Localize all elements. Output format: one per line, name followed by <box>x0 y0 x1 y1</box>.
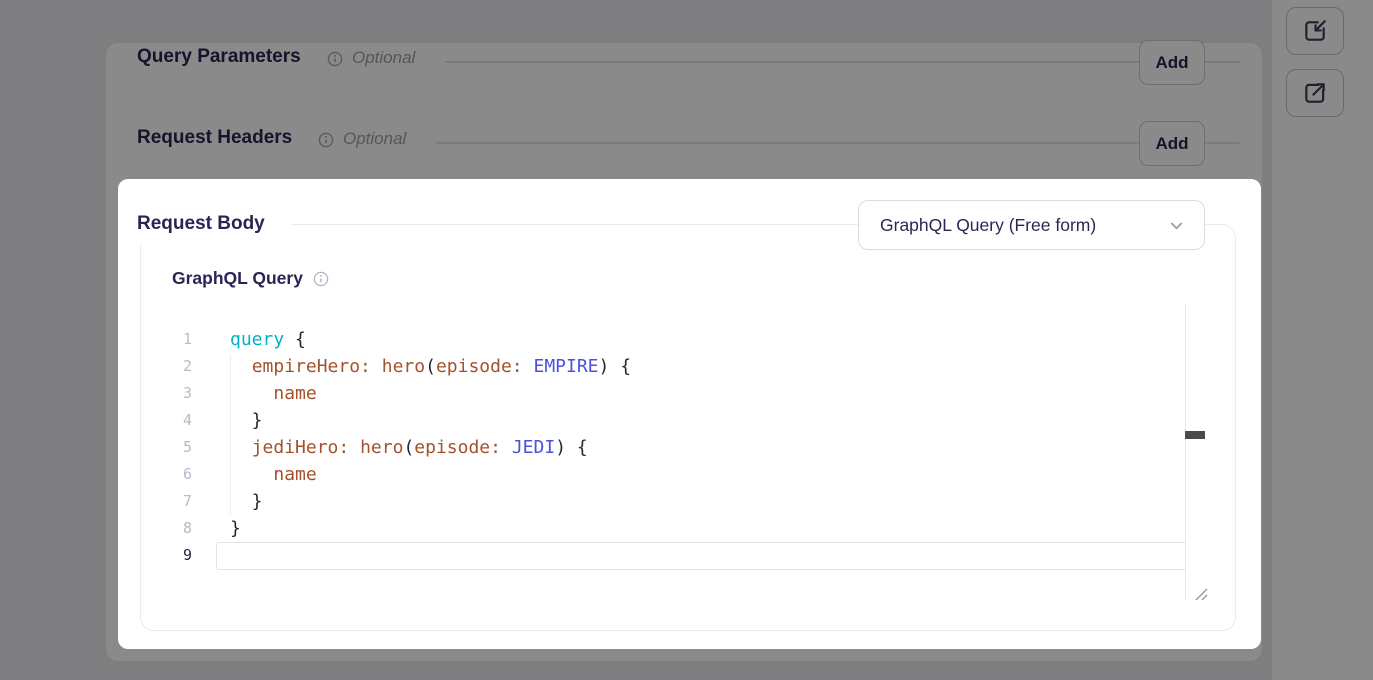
line-number: 6 <box>141 461 192 488</box>
code-text: } <box>230 488 263 515</box>
line-number: 4 <box>141 407 192 434</box>
tour-spotlight-request-body: Request Body GraphQL Query (Free form) G… <box>118 179 1261 649</box>
code-line: 7 } <box>141 488 1205 515</box>
body-type-selected-value: GraphQL Query (Free form) <box>880 215 1167 236</box>
editor-scrollbar-thumb[interactable] <box>1185 431 1205 439</box>
resize-handle-icon[interactable] <box>1192 585 1209 602</box>
line-number: 2 <box>141 353 192 380</box>
open-external-button[interactable] <box>1286 69 1344 117</box>
editor-scrollbar-track[interactable] <box>1185 303 1205 601</box>
code-line: 5 jediHero: hero(episode: JEDI) { <box>141 434 1205 461</box>
code-text: empireHero: hero(episode: EMPIRE) { <box>230 353 631 380</box>
graphql-query-label: GraphQL Query <box>172 268 303 289</box>
code-text: name <box>230 461 317 488</box>
info-icon <box>327 51 343 67</box>
chevron-down-icon <box>1167 216 1186 235</box>
line-number: 5 <box>141 434 192 461</box>
edit-in-panel-button[interactable] <box>1286 7 1344 55</box>
code-line: 6 name <box>141 461 1205 488</box>
query-parameters-optional-badge: Optional <box>352 48 415 68</box>
line-number: 3 <box>141 380 192 407</box>
code-line: 8} <box>141 515 1205 542</box>
line-number: 9 <box>141 542 192 569</box>
code-text: } <box>230 407 263 434</box>
code-line: 1 query { <box>141 326 1205 353</box>
body-type-select[interactable]: GraphQL Query (Free form) <box>858 200 1205 250</box>
code-text: query { <box>230 326 306 353</box>
query-parameters-label: Query Parameters <box>137 46 301 68</box>
request-headers-optional-badge: Optional <box>343 129 406 149</box>
code-text: jediHero: hero(episode: JEDI) { <box>230 434 588 461</box>
side-toolbar <box>1272 0 1373 680</box>
request-headers-label: Request Headers <box>137 127 292 149</box>
divider <box>445 61 1240 63</box>
add-query-parameter-button[interactable]: Add <box>1139 40 1205 85</box>
add-request-header-button[interactable]: Add <box>1139 121 1205 166</box>
request-body-label: Request Body <box>137 213 265 235</box>
request-body-card: GraphQL Query 1query {2 empireHero: hero… <box>140 224 1236 631</box>
code-line: 4 } <box>141 407 1205 434</box>
graphql-query-label-row: GraphQL Query <box>172 268 329 289</box>
code-text: name <box>230 380 317 407</box>
line-number: 1 <box>141 326 192 353</box>
code-line: 3 name <box>141 380 1205 407</box>
external-link-icon <box>1302 80 1328 106</box>
line-number: 8 <box>141 515 192 542</box>
info-icon <box>318 132 334 148</box>
divider <box>436 142 1240 144</box>
request-body-heading-wrap: Request Body <box>118 204 291 244</box>
code-text: } <box>230 515 241 542</box>
line-number: 7 <box>141 488 192 515</box>
arrow-in-square-icon <box>1302 18 1328 44</box>
code-line: 9 <box>141 542 1205 569</box>
code-line: 2 empireHero: hero(episode: EMPIRE) { <box>141 353 1205 380</box>
graphql-code-editor[interactable]: 1query {2 empireHero: hero(episode: EMPI… <box>141 326 1205 569</box>
info-icon <box>313 271 329 287</box>
